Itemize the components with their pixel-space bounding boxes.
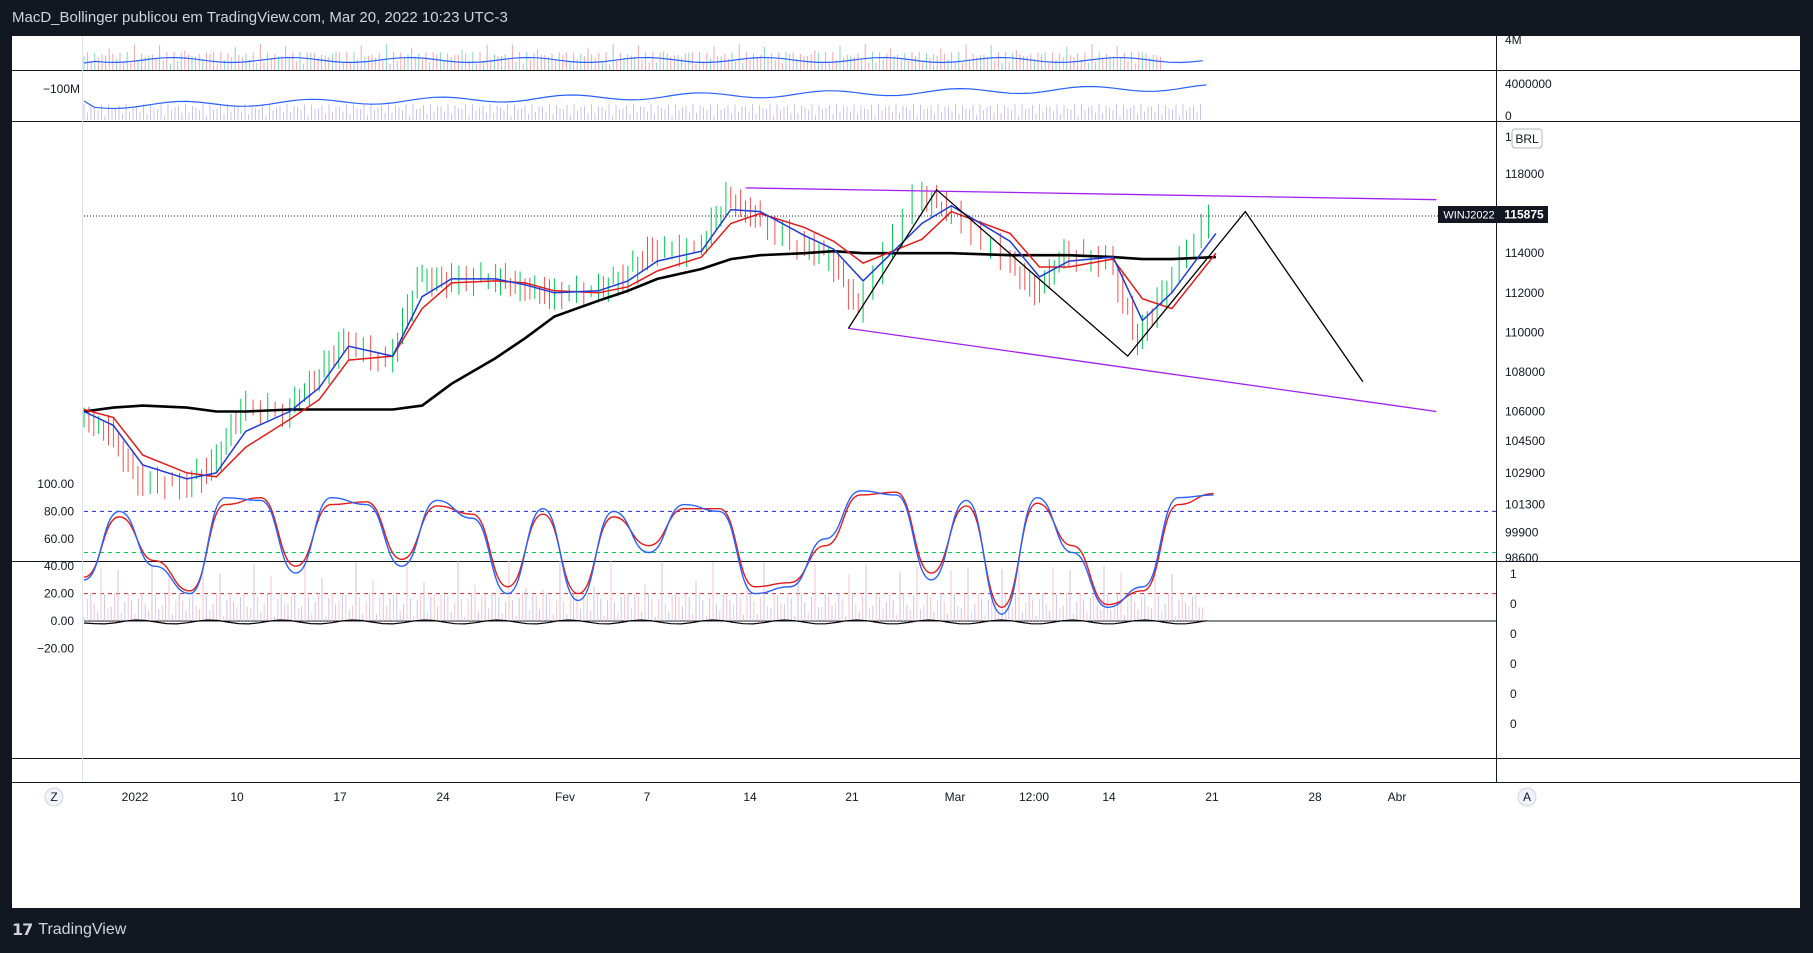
zoom-left-label: Z <box>50 790 57 804</box>
price-tick-label: 101300 <box>1505 498 1545 512</box>
time-tick-label: 17 <box>333 790 347 804</box>
stoch-tick-label: 0.00 <box>51 614 75 628</box>
time-tick-label: 14 <box>1102 790 1116 804</box>
currency-badge[interactable]: BRL <box>1511 128 1543 149</box>
footer: 𝟭𝟳 TradingView <box>0 908 1813 953</box>
stoch-d-line <box>83 491 1214 609</box>
stochastic-axis: 100.00 80.00 60.00 40.00 20.00 0.00 −20.00 1 0 0 0… <box>37 477 1517 731</box>
price-tick-label: 104500 <box>1505 434 1545 448</box>
price-tick-label: 118000 <box>1505 167 1544 181</box>
stoch-right-tick: 0 <box>1510 717 1517 731</box>
stoch-right-tick: 0 <box>1510 627 1517 641</box>
time-tick-label: Abr <box>1388 790 1407 804</box>
indicator-tick-label: 0 <box>1505 109 1512 123</box>
chart-svg[interactable]: 2022 10 17 24 Fev 7 14 21 Mar 12:00 14 21 28 Abr 4M −… <box>12 36 1800 908</box>
time-tick-label: 14 <box>743 790 757 804</box>
price-tick-label: 1 <box>1505 130 1512 144</box>
time-tick-label: 24 <box>436 790 450 804</box>
channel-line <box>745 187 1437 201</box>
projection-line <box>847 188 1364 383</box>
last-price-label: 115875 <box>1500 206 1548 223</box>
price-tick-label: 108000 <box>1505 365 1545 379</box>
last-price-text: 115875 <box>1504 208 1544 222</box>
time-tick-label: 7 <box>644 790 651 804</box>
price-tick-label: 102900 <box>1505 466 1545 480</box>
chart-panel[interactable]: 2022 10 17 24 Fev 7 14 21 Mar 12:00 14 21 28 Abr 4M −… <box>12 36 1800 908</box>
indicator-pane <box>83 84 1207 120</box>
indicator-tick-label: −100M <box>43 82 80 96</box>
price-axis: 1118000116000114000112000110000108000106… <box>1505 130 1545 565</box>
stoch-tick-label: 80.00 <box>44 504 74 518</box>
volume-pane <box>83 44 1203 70</box>
price-tick-label: 112000 <box>1505 286 1544 300</box>
ma-slow-line <box>83 210 1217 478</box>
time-tick-label: Mar <box>945 790 966 804</box>
stoch-right-tick: 0 <box>1510 657 1517 671</box>
indicator-tick-label: 4000000 <box>1505 77 1552 91</box>
price-tick-label: 99900 <box>1505 525 1539 539</box>
brand-name: TradingView <box>38 921 127 938</box>
auto-scale-label: A <box>1523 790 1531 804</box>
price-tick-label: 114000 <box>1505 246 1544 260</box>
time-tick-label: 10 <box>230 790 244 804</box>
stoch-tick-label: 40.00 <box>44 559 74 573</box>
price-tick-label: 106000 <box>1505 405 1545 419</box>
symbol-label: WINJ2022 <box>1438 206 1500 223</box>
time-tick-label: 21 <box>845 790 859 804</box>
symbol-text: WINJ2022 <box>1443 210 1494 222</box>
stochastic-pane <box>83 490 1496 625</box>
volume-axis: 4M <box>1505 36 1522 47</box>
chart-title: MacD_Bollinger publicou em TradingView.c… <box>12 9 508 26</box>
volume-tick-label: 4M <box>1505 36 1522 47</box>
tradingview-logo[interactable]: 𝟭𝟳 TradingView <box>12 920 126 940</box>
time-tick-label: Fev <box>555 790 575 804</box>
zoom-left-button[interactable]: Z <box>44 787 64 807</box>
ma-fast-line <box>83 204 1217 480</box>
currency-label: BRL <box>1515 132 1539 146</box>
indicator-line <box>83 84 1207 110</box>
stoch-right-tick: 0 <box>1510 687 1517 701</box>
price-tick-label: 98600 <box>1505 551 1539 565</box>
stoch-tick-label: 20.00 <box>44 587 74 601</box>
time-tick-label: 12:00 <box>1019 790 1049 804</box>
price-tick-label: 110000 <box>1505 325 1544 339</box>
stoch-tick-label: −20.00 <box>37 641 74 655</box>
time-tick-label: 21 <box>1205 790 1219 804</box>
stoch-right-tick: 1 <box>1510 567 1517 581</box>
price-pane <box>83 181 1438 500</box>
auto-scale-button[interactable]: A <box>1517 787 1537 807</box>
stoch-right-tick: 0 <box>1510 597 1517 611</box>
time-tick-label: 28 <box>1308 790 1322 804</box>
tradingview-icon: 𝟭𝟳 <box>12 922 33 939</box>
time-axis: 2022 10 17 24 Fev 7 14 21 Mar 12:00 14 21 28 Abr <box>122 790 1407 804</box>
stoch-tick-label: 100.00 <box>37 477 74 491</box>
stoch-tick-label: 60.00 <box>44 532 74 546</box>
time-tick-label: 2022 <box>122 790 149 804</box>
